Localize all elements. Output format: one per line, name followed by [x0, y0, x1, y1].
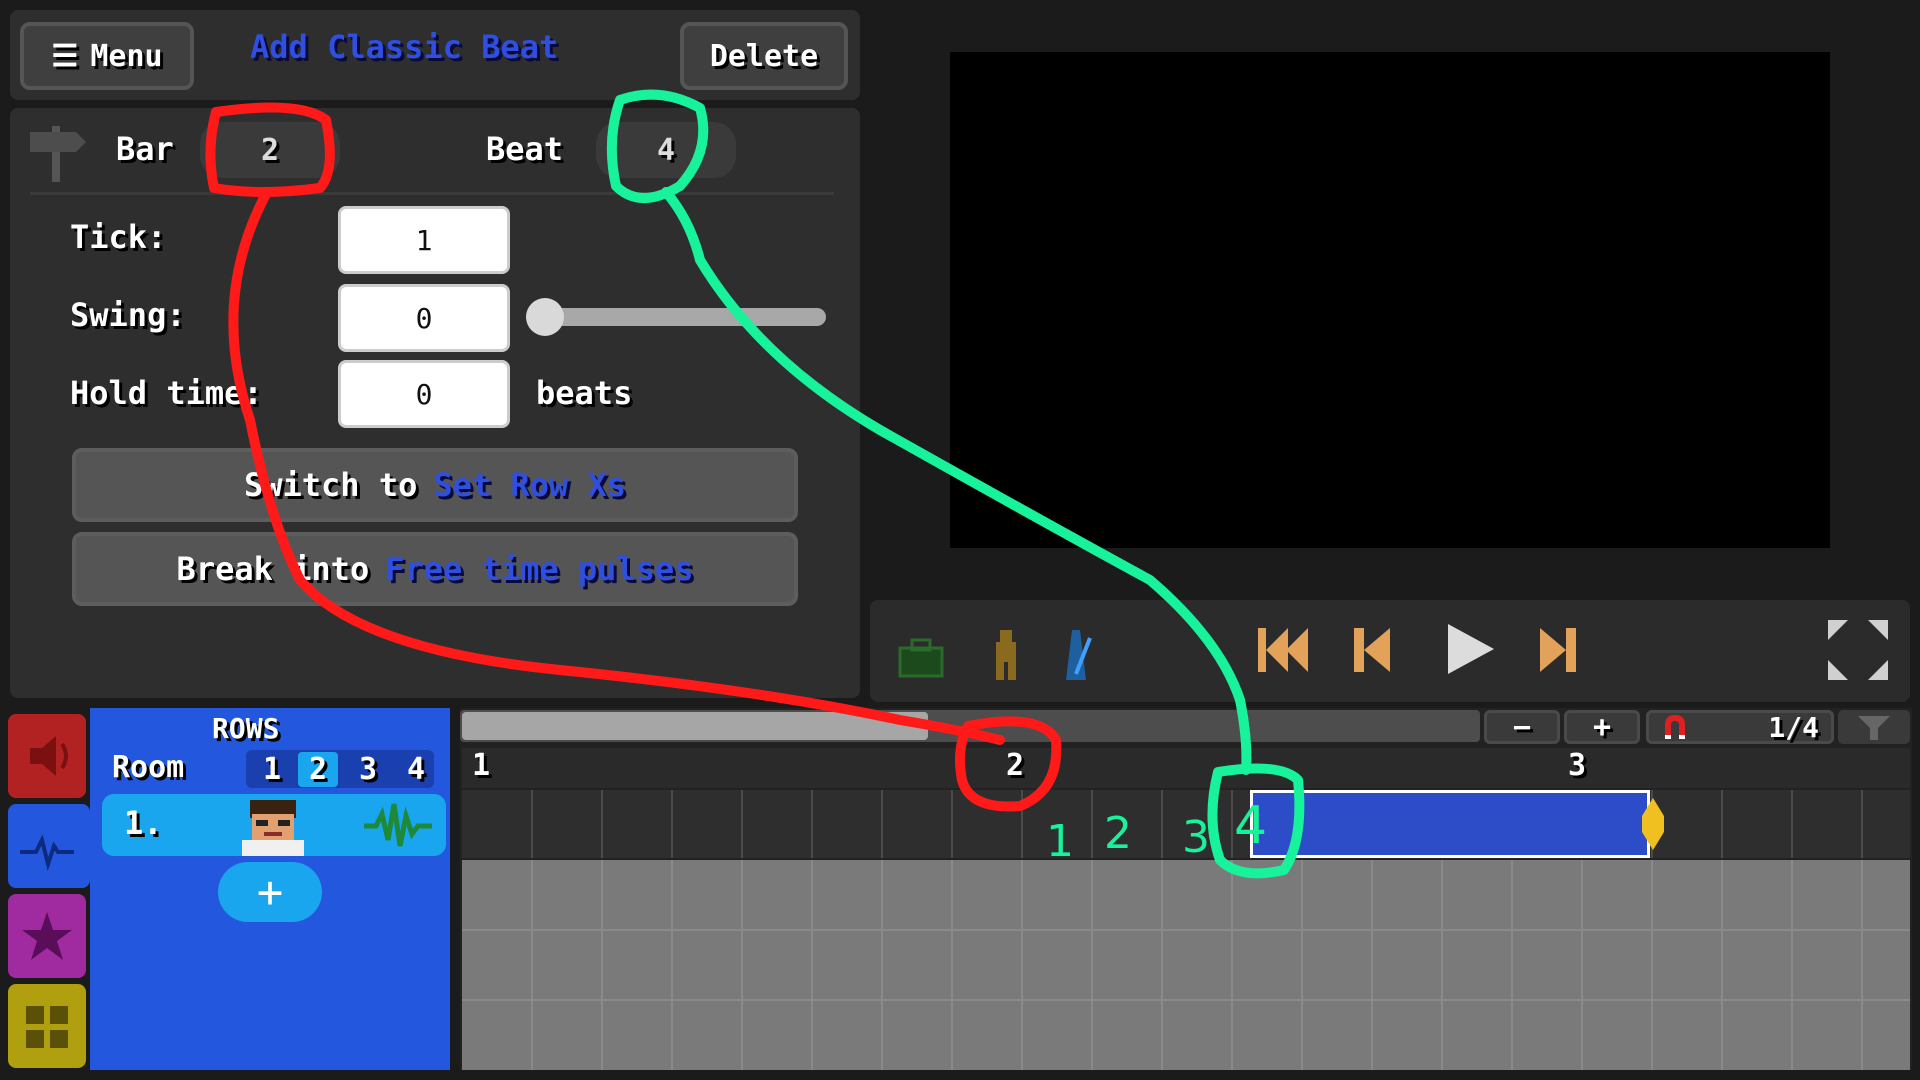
- red-connector: [228, 189, 1005, 745]
- green-connector: [661, 187, 1252, 775]
- annotation-beat-4: 4: [1234, 796, 1268, 856]
- green-loop-beat-field: [606, 89, 709, 203]
- annotation-beat-3: 3: [1182, 812, 1210, 863]
- annotation-beat-2: 2: [1104, 808, 1132, 859]
- annotation-beat-1: 1: [1046, 816, 1074, 867]
- annotation-overlay: [205, 89, 1305, 879]
- red-loop-bar-field: [205, 102, 335, 197]
